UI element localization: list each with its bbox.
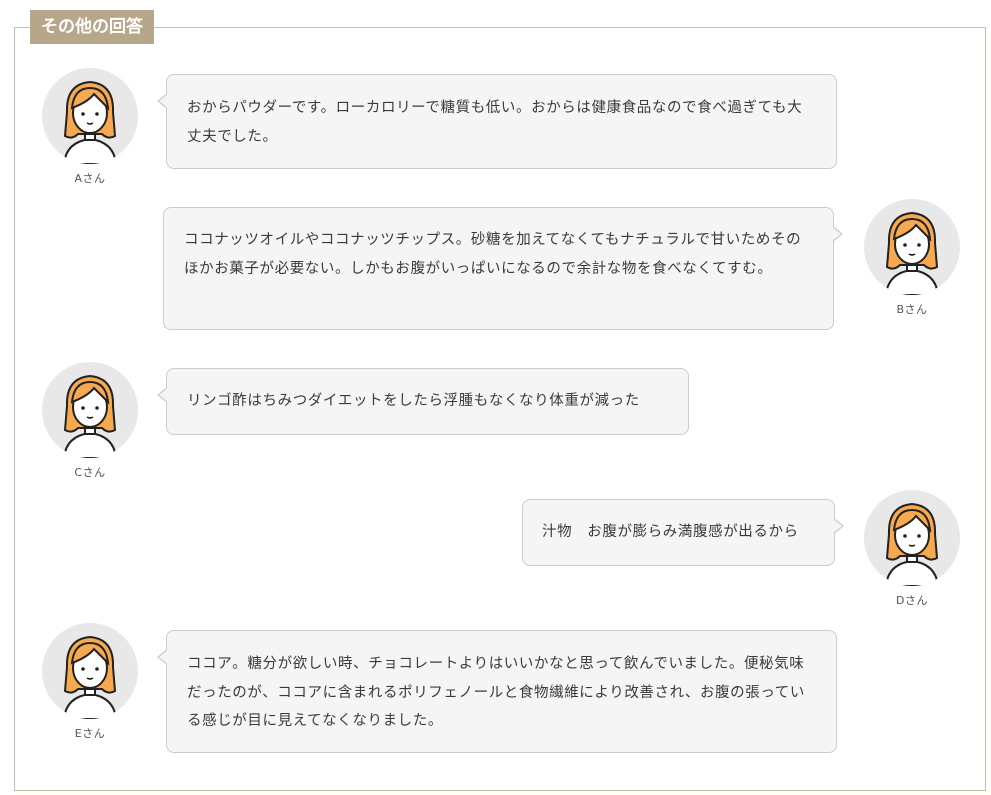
- woman-avatar-icon: [42, 623, 138, 719]
- answer-e-avatar: Eさん: [42, 623, 138, 741]
- person-name: Eさん: [74, 727, 106, 740]
- woman-avatar-icon: [864, 199, 960, 295]
- answer-b-avatar: Bさん: [864, 199, 960, 317]
- answer-bubble: ココナッツオイルやココナッツチップス。砂糖を加えてなくてもナチュラルで甘いためそ…: [163, 207, 843, 330]
- answer-d-avatar: Dさん: [864, 490, 960, 608]
- woman-avatar-icon: [42, 68, 138, 164]
- person-name: Bさん: [896, 303, 928, 316]
- answer-bubble: ココア。糖分が欲しい時、チョコレートよりはいいかなと思って飲んでいました。便秘気…: [157, 630, 837, 753]
- answer-bubble: 汁物 お腹が膨らみ満腹感が出るから: [522, 499, 844, 566]
- person-name: Aさん: [74, 172, 106, 185]
- woman-avatar-icon: [42, 362, 138, 458]
- answer-bubble: おからパウダーです。ローカロリーで糖質も低い。おからは健康食品なので食べ過ぎても…: [157, 74, 837, 169]
- answer-c-avatar: Cさん: [42, 362, 138, 480]
- person-name: Dさん: [896, 594, 928, 607]
- woman-avatar-icon: [864, 490, 960, 586]
- answer-a-avatar: Aさん: [42, 68, 138, 186]
- section-title: その他の回答: [30, 10, 154, 44]
- answer-bubble: リンゴ酢はちみつダイエットをしたら浮腫もなくなり体重が減った: [157, 368, 689, 435]
- person-name: Cさん: [74, 466, 106, 479]
